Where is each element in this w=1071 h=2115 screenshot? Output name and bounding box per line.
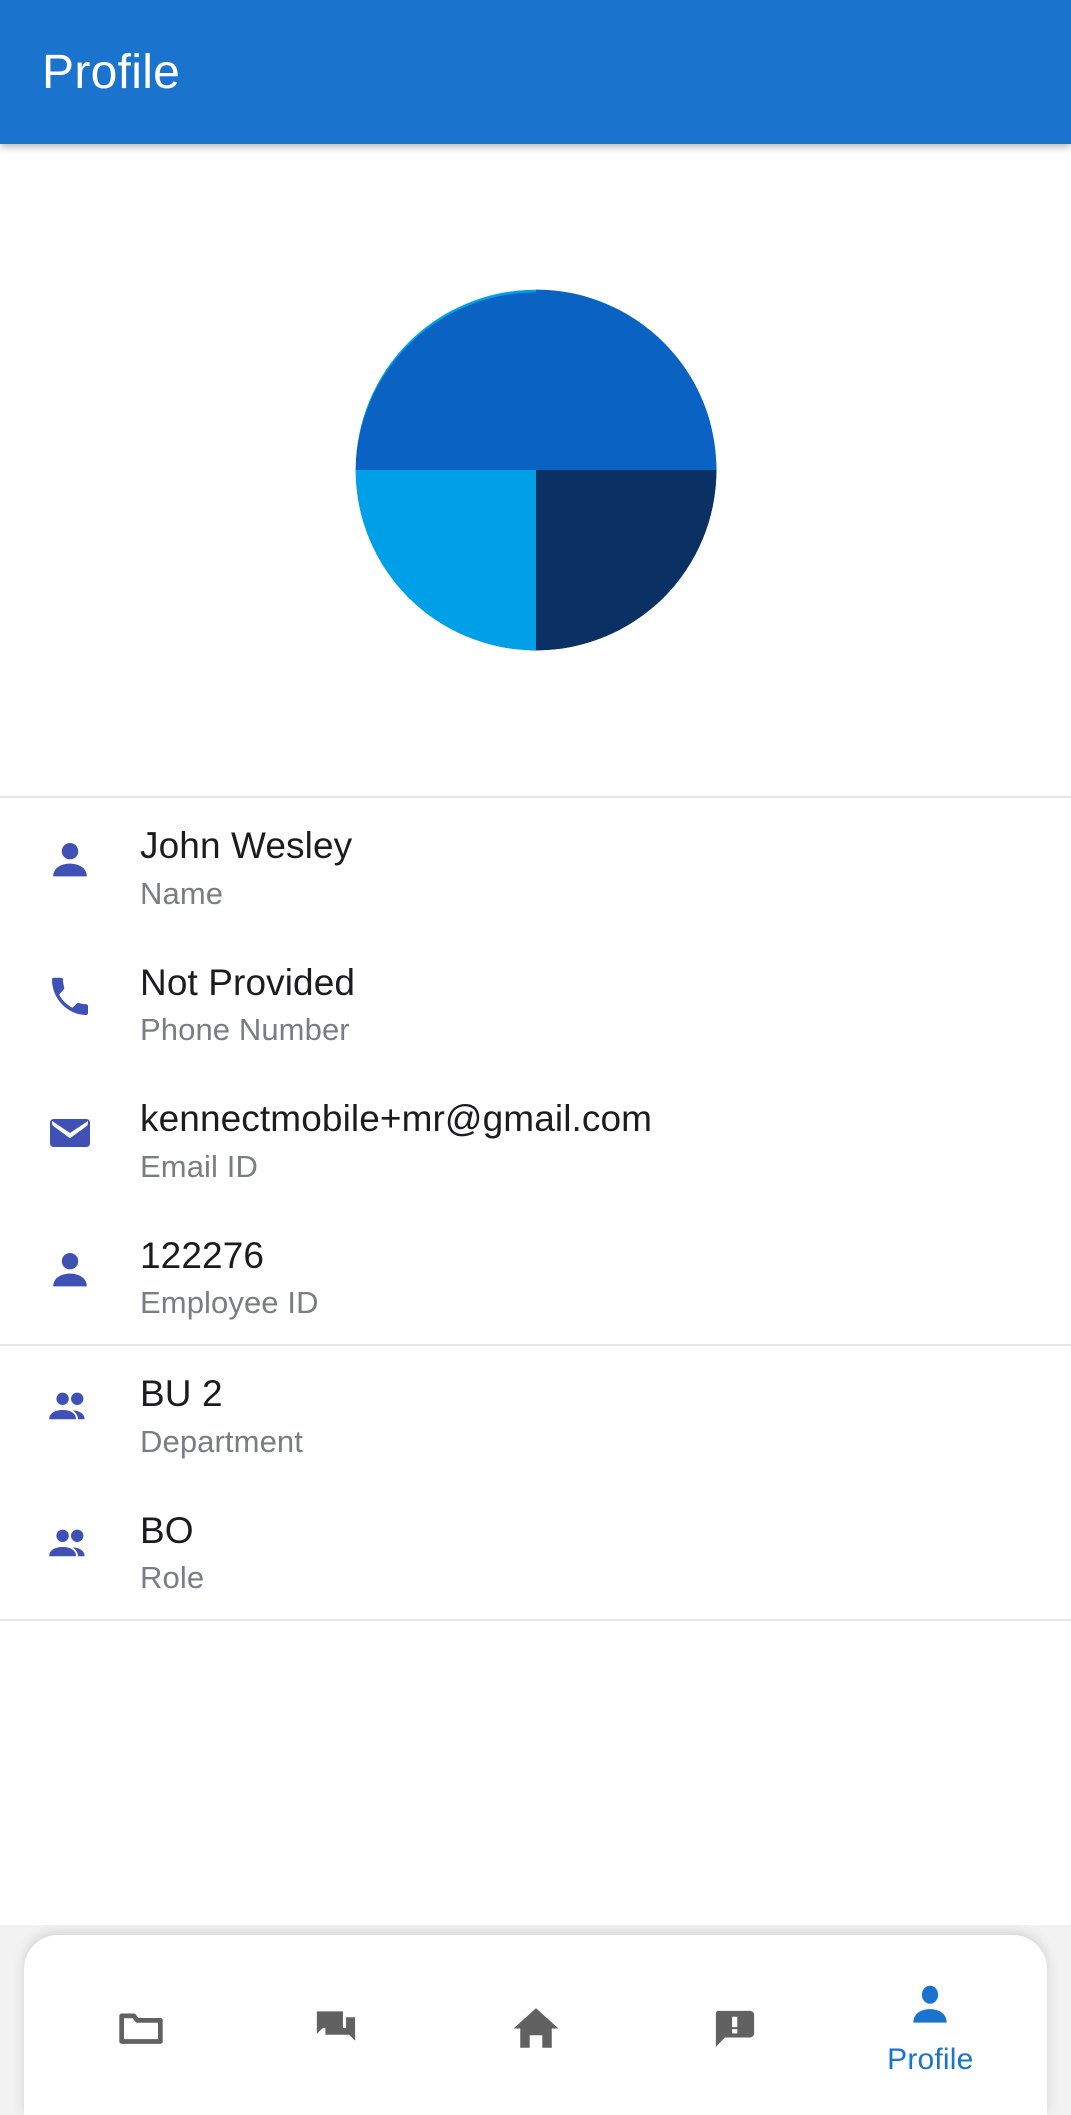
profile-row-label: Department [140, 1423, 303, 1459]
bottom-nav-backdrop: Profile [0, 1925, 1071, 2115]
person-icon [913, 1985, 947, 2023]
profile-row-name[interactable]: John Wesley Name [0, 798, 1071, 935]
email-icon [0, 1097, 140, 1157]
profile-row-value: BO [140, 1509, 194, 1551]
company-logo [350, 284, 722, 656]
profile-row-label: Employee ID [140, 1285, 319, 1321]
profile-row-value: John Wesley [140, 825, 353, 866]
nav-item-home[interactable] [437, 1957, 634, 2093]
chat-icon [316, 2011, 356, 2041]
profile-row-phone[interactable]: Not Provided Phone Number [0, 935, 1071, 1072]
person-icon [0, 824, 140, 884]
group-icon [0, 1372, 140, 1432]
profile-row-text: BO Role [140, 1509, 1071, 1600]
company-logo-graphic [355, 289, 716, 651]
profile-row-label: Name [140, 875, 224, 911]
profile-row-text: BU 2 Department [140, 1372, 1071, 1463]
profile-row-value: BU 2 [140, 1373, 223, 1414]
profile-row-label: Phone Number [140, 1012, 350, 1048]
person-icon [0, 1234, 140, 1294]
nav-item-folder[interactable] [42, 1957, 239, 2093]
group-icon [0, 1509, 140, 1569]
profile-row-value: kennectmobile+mr@gmail.com [140, 1098, 653, 1139]
nav-label: Profile [887, 2043, 974, 2076]
profile-row-value: Not Provided [140, 961, 356, 1003]
profile-row-text: 122276 Employee ID [140, 1234, 1071, 1325]
profile-info-group-org: BU 2 Department BO Role [0, 1346, 1071, 1619]
folder-icon [118, 2013, 163, 2044]
bottom-spacer [0, 1621, 1071, 1657]
phone-icon [0, 961, 140, 1021]
announcement-icon [715, 2010, 755, 2047]
nav-item-chat[interactable] [239, 1957, 436, 2093]
nav-item-announcement[interactable] [634, 1957, 831, 2093]
profile-row-text: Not Provided Phone Number [140, 961, 1071, 1052]
profile-info-group-primary: John Wesley Name Not Provided Phone Numb… [0, 798, 1071, 1344]
nav-item-profile[interactable]: Profile [832, 1957, 1029, 2093]
bottom-navigation-bar: Profile [24, 1935, 1047, 2115]
logo-area [0, 144, 1071, 796]
profile-row-text: kennectmobile+mr@gmail.com Email ID [140, 1097, 1071, 1188]
profile-row-employee-id[interactable]: 122276 Employee ID [0, 1208, 1071, 1345]
app-bar: Profile [0, 0, 1071, 144]
profile-row-value: 122276 [140, 1234, 265, 1276]
profile-row-email[interactable]: kennectmobile+mr@gmail.com Email ID [0, 1071, 1071, 1208]
profile-row-label: Role [140, 1560, 205, 1596]
home-icon [513, 2008, 559, 2048]
profile-row-label: Email ID [140, 1148, 258, 1184]
profile-row-department[interactable]: BU 2 Department [0, 1346, 1071, 1483]
profile-row-role[interactable]: BO Role [0, 1483, 1071, 1620]
page-title: Profile [42, 45, 181, 99]
profile-row-text: John Wesley Name [140, 824, 1071, 915]
